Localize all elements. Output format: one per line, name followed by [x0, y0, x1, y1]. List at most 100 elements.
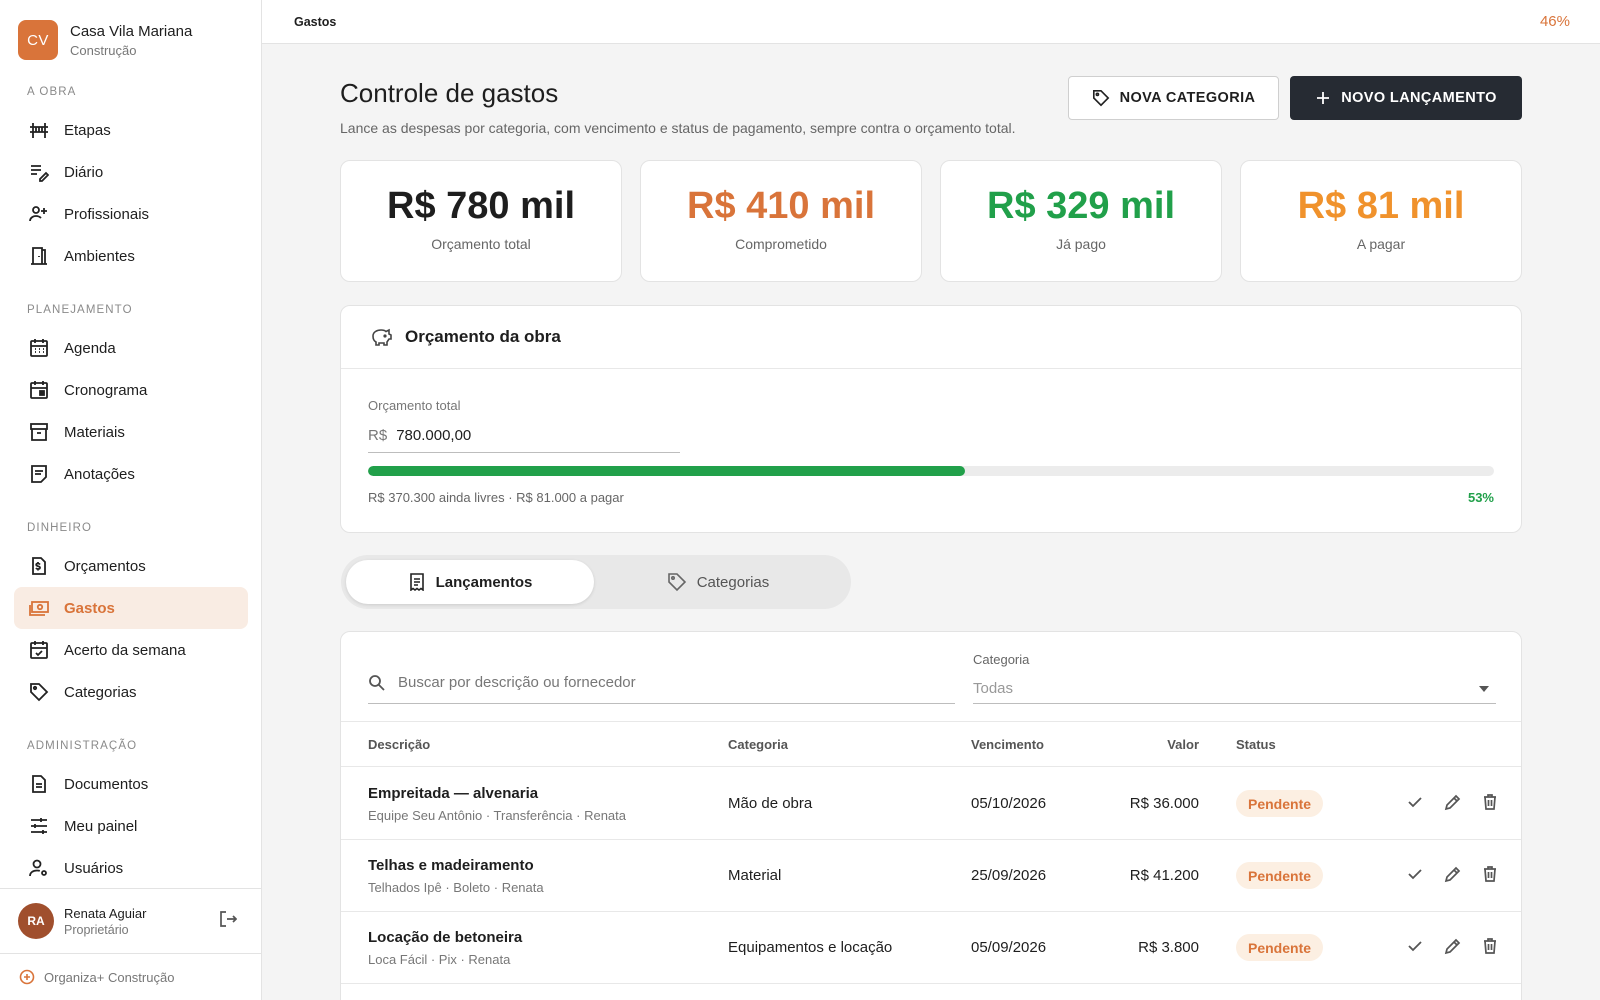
stat-value: R$ 81 mil — [1297, 185, 1465, 227]
sidebar-item-categorias[interactable]: Categorias — [14, 671, 248, 713]
mark-paid-icon[interactable] — [1406, 793, 1424, 811]
nav-section-administracao: ADMINISTRAÇÃO — [27, 740, 138, 752]
piggy-bank-icon — [369, 326, 393, 348]
calendar-event-icon — [28, 379, 50, 401]
search-placeholder: Buscar por descrição ou fornecedor — [398, 674, 636, 691]
cash-icon — [28, 597, 50, 619]
row-due-date: 05/09/2026 — [971, 939, 1047, 956]
delete-icon[interactable] — [1481, 937, 1499, 955]
stat-label: Orçamento total — [431, 236, 531, 252]
user-role: Proprietário — [64, 922, 129, 937]
table-row[interactable]: Locação de betoneira Loca Fácil · Pix · … — [341, 912, 1521, 984]
tab-lancamentos[interactable]: Lançamentos — [346, 560, 594, 604]
col-header-status[interactable]: Status — [1236, 737, 1276, 752]
sidebar-item-anotacoes[interactable]: Anotações — [14, 453, 248, 495]
category-filter-select[interactable]: Todas — [973, 674, 1496, 704]
receipt-icon — [408, 573, 426, 591]
col-header-vencimento[interactable]: Vencimento — [971, 737, 1044, 752]
col-header-descricao[interactable]: Descrição — [368, 737, 430, 752]
app-footer-label: Organiza+ Construção — [44, 969, 175, 985]
row-meta: Telhados Ipê · Boleto · Renata — [368, 880, 544, 895]
mark-paid-icon[interactable] — [1406, 865, 1424, 883]
col-header-valor[interactable]: Valor — [1167, 737, 1199, 752]
nav-section-dinheiro: DINHEIRO — [27, 522, 93, 534]
budget-total-input[interactable]: R$ 780.000,00 — [368, 419, 680, 453]
sidebar-item-materiais[interactable]: Materiais — [14, 411, 248, 453]
row-value: R$ 3.800 — [1138, 939, 1199, 956]
table-row[interactable]: Empreitada — alvenaria Equipe Seu Antôni… — [341, 768, 1521, 840]
mark-paid-icon[interactable] — [1406, 937, 1424, 955]
stat-label: Comprometido — [735, 236, 827, 252]
sidebar-item-meu-painel[interactable]: Meu painel — [14, 805, 248, 847]
stat-value: R$ 780 mil — [387, 185, 575, 227]
row-due-date: 25/09/2026 — [971, 867, 1047, 884]
sidebar: CV Casa Vila Mariana Construção A OBRA E… — [0, 0, 262, 1000]
sidebar-item-acerto[interactable]: Acerto da semana — [14, 629, 248, 671]
row-value: R$ 41.200 — [1129, 867, 1199, 884]
status-badge: Pendente — [1236, 790, 1324, 817]
sidebar-item-gastos[interactable]: Gastos — [14, 587, 248, 629]
tab-label: Categorias — [696, 573, 770, 591]
sidebar-item-usuarios[interactable]: Usuários — [14, 847, 248, 889]
status-badge: Pendente — [1236, 934, 1324, 961]
logout-icon[interactable] — [219, 910, 238, 933]
sidebar-item-label: Profissionais — [64, 205, 150, 223]
sidebar-item-label: Usuários — [64, 859, 124, 877]
note-icon — [28, 463, 50, 485]
sidebar-item-label: Acerto da semana — [64, 641, 186, 659]
topbar: Gastos 46% — [262, 0, 1600, 44]
view-tabs: Lançamentos Categorias — [341, 555, 851, 609]
bridge-icon — [28, 119, 50, 141]
brand[interactable]: CV Casa Vila Mariana Construção — [0, 0, 261, 80]
sidebar-item-label: Meu painel — [64, 817, 138, 835]
sidebar-item-orcamentos[interactable]: Orçamentos — [14, 545, 248, 587]
edit-icon[interactable] — [1444, 937, 1462, 955]
sidebar-item-etapas[interactable]: Etapas — [14, 109, 248, 151]
row-due-date: 05/10/2026 — [971, 795, 1047, 812]
budget-card: Orçamento da obra Orçamento total R$ 780… — [340, 305, 1522, 533]
new-entry-button[interactable]: NOVO LANÇAMENTO — [1290, 76, 1522, 120]
category-filter-value: Todas — [973, 680, 1014, 697]
sidebar-item-cronograma[interactable]: Cronograma — [14, 369, 248, 411]
row-category: Equipamentos e locação — [728, 939, 893, 956]
tab-categorias[interactable]: Categorias — [594, 560, 842, 604]
notes-edit-icon — [28, 161, 50, 183]
sidebar-item-diario[interactable]: Diário — [14, 151, 248, 193]
receipt-dollar-icon — [28, 555, 50, 577]
app-footer-brand: Organiza+ Construção — [0, 953, 261, 1000]
row-description: Telhas e madeiramento — [368, 857, 534, 874]
document-icon — [28, 773, 50, 795]
user-name: Renata Aguiar — [64, 905, 147, 921]
sliders-icon — [28, 815, 50, 837]
status-badge: Pendente — [1236, 862, 1324, 889]
sidebar-item-ambientes[interactable]: Ambientes — [14, 235, 248, 277]
sidebar-item-profissionais[interactable]: Profissionais — [14, 193, 248, 235]
sidebar-item-agenda[interactable]: Agenda — [14, 327, 248, 369]
sidebar-item-documentos[interactable]: Documentos — [14, 763, 248, 805]
tab-label: Lançamentos — [435, 573, 533, 591]
stat-value: R$ 410 mil — [687, 185, 875, 227]
stat-paid: R$ 329 mil Já pago — [940, 160, 1222, 282]
sidebar-item-label: Gastos — [64, 599, 115, 617]
stat-committed: R$ 410 mil Comprometido — [640, 160, 922, 282]
user-gear-icon — [28, 857, 50, 879]
row-description: Empreitada — alvenaria — [368, 785, 539, 802]
delete-icon[interactable] — [1481, 793, 1499, 811]
edit-icon[interactable] — [1444, 865, 1462, 883]
new-category-button[interactable]: NOVA CATEGORIA — [1068, 76, 1279, 120]
search-input[interactable]: Buscar por descrição ou fornecedor — [368, 662, 955, 704]
row-meta: Equipe Seu Antônio · Transferência · Ren… — [368, 808, 626, 823]
sidebar-item-label: Agenda — [64, 339, 116, 357]
table-row[interactable]: Telhas e madeiramento Telhados Ipê · Bol… — [341, 840, 1521, 912]
row-category: Material — [728, 867, 782, 884]
stat-label: Já pago — [1056, 236, 1106, 252]
user-profile[interactable]: RA Renata Aguiar Proprietário — [0, 888, 261, 953]
row-category: Mão de obra — [728, 795, 813, 812]
edit-icon[interactable] — [1444, 793, 1462, 811]
zoom-indicator[interactable]: 46% — [1540, 13, 1570, 30]
calendar-check-icon — [28, 639, 50, 661]
delete-icon[interactable] — [1481, 865, 1499, 883]
col-header-categoria[interactable]: Categoria — [728, 737, 788, 752]
budget-progress-percent: 53% — [1467, 490, 1494, 505]
currency-prefix: R$ — [368, 427, 388, 444]
